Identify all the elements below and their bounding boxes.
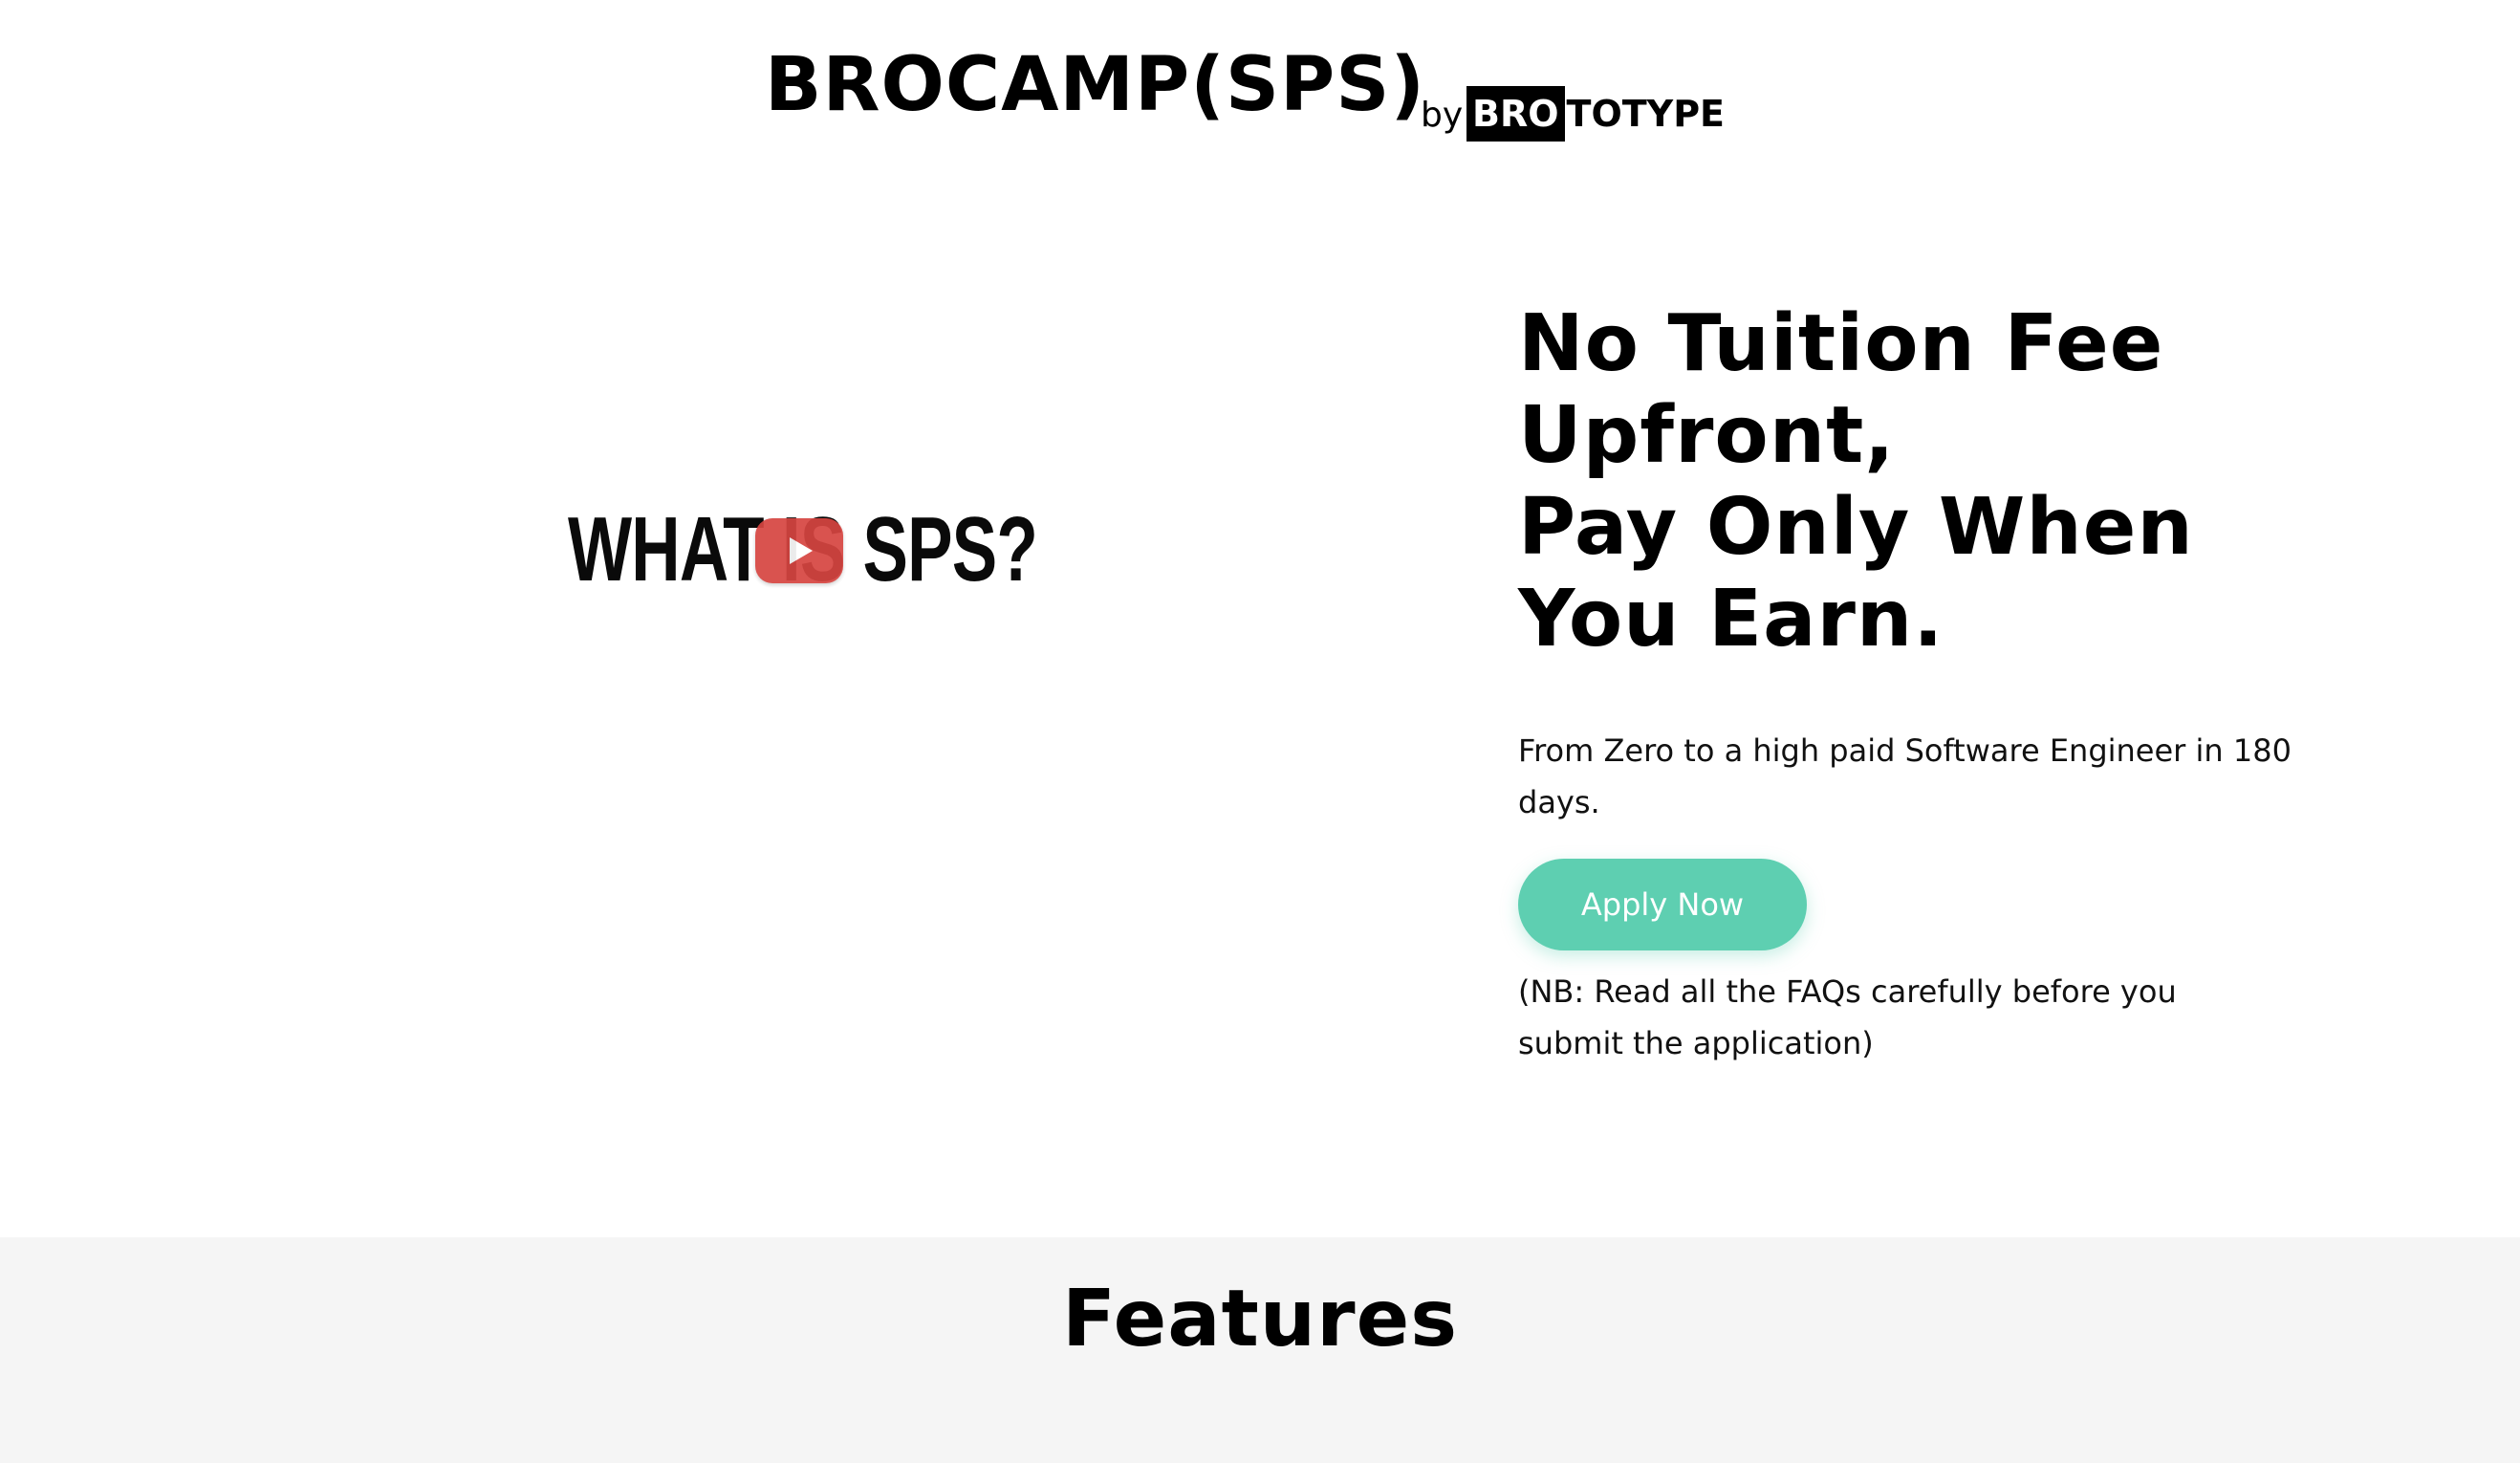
- faq-note: (NB: Read all the FAQs carefully before …: [1518, 973, 2177, 1061]
- hero-heading-line: Pay Only When: [1518, 482, 2194, 573]
- features-title: Features: [1061, 1274, 1459, 1365]
- features-section: Features: [0, 1237, 2520, 1463]
- hero-heading-line: You Earn.: [1518, 574, 1944, 665]
- brand-by-text: by: [1421, 96, 1464, 135]
- video-thumbnail[interactable]: WHAT IS SPS?: [535, 459, 1052, 641]
- hero-heading-line: Upfront,: [1518, 390, 1896, 481]
- play-button[interactable]: [755, 518, 843, 583]
- hero-heading-line: No Tuition Fee: [1518, 298, 2164, 389]
- hero-subtitle: From Zero to a high paid Software Engine…: [1518, 732, 2292, 820]
- site-header: BROCAMP(SPS) by BRO TOTYPE: [0, 0, 2520, 191]
- play-icon: [790, 537, 813, 564]
- logo-highlight: BRO: [1466, 86, 1565, 142]
- brototype-logo[interactable]: BRO TOTYPE: [1466, 86, 1725, 142]
- hero-heading: No Tuition Fee Upfront, Pay Only When Yo…: [1518, 298, 2379, 666]
- apply-now-button[interactable]: Apply Now: [1518, 859, 1807, 950]
- brand-title[interactable]: BROCAMP(SPS): [765, 33, 1425, 138]
- logo-text: TOTYPE: [1566, 93, 1726, 135]
